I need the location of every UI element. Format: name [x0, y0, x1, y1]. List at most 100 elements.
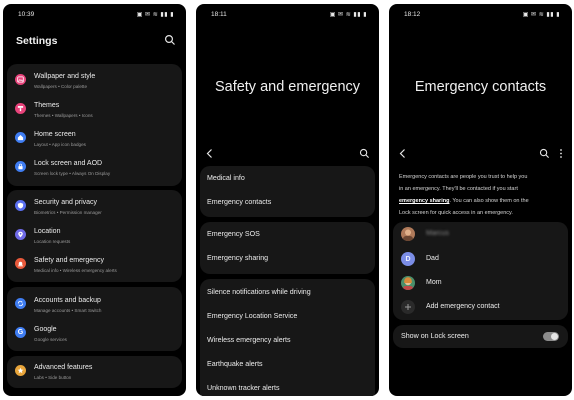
- page-title: Safety and emergency: [214, 79, 361, 95]
- settings-item-safety-emergency[interactable]: Safety and emergency Medical info • Wire…: [7, 251, 182, 280]
- search-icon[interactable]: [539, 148, 550, 159]
- contact-name: Dad: [426, 255, 439, 262]
- page-title: Settings: [16, 35, 58, 47]
- settings-item-subtitle: Screen lock type • Always On Display: [34, 170, 111, 176]
- settings-item-subtitle: Biometrics • Permission manager: [34, 209, 102, 215]
- contact-item[interactable]: D Dad: [401, 252, 560, 268]
- settings-item-title: Advanced features: [34, 364, 93, 371]
- menu-item-wireless-emergency-alerts[interactable]: Wireless emergency alerts: [207, 336, 291, 344]
- avatar: [401, 227, 415, 241]
- shield-icon: [15, 200, 26, 211]
- home-icon: [15, 132, 26, 143]
- avatar: [401, 276, 415, 290]
- back-arrow-icon[interactable]: [398, 148, 408, 159]
- siren-icon: [15, 258, 26, 269]
- settings-item-subtitle: Layout • App icon badges: [34, 141, 86, 147]
- settings-group-security: Security and privacy Biometrics • Permis…: [7, 190, 182, 282]
- emergency-contacts-screen: 18:12 ▣ ✉ ≋ ▮▮ ▮ Emergency contacts Emer…: [389, 4, 572, 396]
- settings-item-subtitle: Google services: [34, 336, 67, 342]
- settings-item-subtitle: Labs • Side button: [34, 374, 72, 380]
- settings-item-title: Wallpaper and style: [34, 73, 96, 80]
- settings-group-advanced: Advanced features Labs • Side button: [7, 356, 182, 388]
- settings-item-accounts-backup[interactable]: Accounts and backup Manage accounts • Sm…: [7, 291, 182, 320]
- emergency-contacts-description: Emergency contacts are people you trust …: [399, 171, 567, 219]
- settings-item-advanced-features[interactable]: Advanced features Labs • Side button: [7, 358, 182, 387]
- more-options-icon[interactable]: [558, 148, 564, 159]
- settings-item-subtitle: Manage accounts • Smart Switch: [34, 307, 102, 313]
- contact-item[interactable]: Marcus: [401, 227, 560, 243]
- settings-item-title: Location: [34, 228, 61, 235]
- add-emergency-contact-button[interactable]: Add emergency contact: [401, 300, 560, 316]
- settings-item-title: Google: [34, 326, 57, 333]
- page-title: Emergency contacts: [414, 79, 547, 95]
- settings-item-google[interactable]: G Google Google services: [7, 320, 182, 349]
- lock-screen-card: Show on Lock screen: [393, 325, 568, 348]
- settings-item-home-screen[interactable]: Home screen Layout • App icon badges: [7, 125, 182, 154]
- settings-item-title: Security and privacy: [34, 199, 98, 206]
- status-time: 18:11: [211, 11, 227, 18]
- settings-group-display: Wallpaper and style Wallpapers • Color p…: [7, 64, 182, 186]
- settings-item-title: Lock screen and AOD: [34, 160, 103, 167]
- add-icon: [401, 300, 415, 314]
- menu-item-earthquake-alerts[interactable]: Earthquake alerts: [207, 360, 263, 368]
- settings-group-accounts: Accounts and backup Manage accounts • Sm…: [7, 287, 182, 351]
- add-contact-label: Add emergency contact: [426, 303, 500, 310]
- settings-item-subtitle: Themes • Wallpapers • Icons: [34, 112, 93, 118]
- contact-name: Mom: [426, 279, 442, 286]
- settings-item-location[interactable]: Location Location requests: [7, 222, 182, 251]
- show-on-lock-screen-toggle[interactable]: [543, 332, 559, 341]
- safety-group-alerts: Silence notifications while driving Emer…: [200, 279, 375, 396]
- image-icon: [15, 74, 26, 85]
- status-icons: ▣ ✉ ≋ ▮▮ ▮: [329, 12, 367, 18]
- sync-icon: [15, 298, 26, 309]
- settings-item-subtitle: Location requests: [34, 238, 71, 244]
- description-text: . You can also show them on the: [449, 198, 529, 204]
- settings-item-subtitle: Medical info • Wireless emergency alerts: [34, 267, 117, 273]
- menu-item-emergency-sos[interactable]: Emergency SOS: [207, 230, 260, 238]
- settings-item-themes[interactable]: Themes Themes • Wallpapers • Icons: [7, 96, 182, 125]
- search-icon[interactable]: [164, 34, 176, 46]
- menu-item-medical-info[interactable]: Medical info: [207, 174, 245, 182]
- contacts-card: Marcus D Dad Mom Add emergency contact: [393, 222, 568, 320]
- back-arrow-icon[interactable]: [205, 148, 215, 159]
- status-icons: ▣ ✉ ≋ ▮▮ ▮: [136, 12, 174, 18]
- status-bar: 18:11 ▣ ✉ ≋ ▮▮ ▮: [211, 11, 367, 21]
- palette-icon: [15, 103, 26, 114]
- settings-item-subtitle: Wallpapers • Color palette: [34, 83, 88, 89]
- settings-item-title: Safety and emergency: [34, 257, 105, 264]
- menu-item-emergency-location-service[interactable]: Emergency Location Service: [207, 312, 297, 320]
- description-line: Lock screen for quick access in an emerg…: [399, 210, 513, 216]
- menu-item-emergency-sharing[interactable]: Emergency sharing: [207, 254, 268, 262]
- contact-name: Marcus: [426, 230, 449, 237]
- avatar: D: [401, 252, 415, 266]
- settings-item-security[interactable]: Security and privacy Biometrics • Permis…: [7, 193, 182, 222]
- menu-item-unknown-tracker-alerts[interactable]: Unknown tracker alerts: [207, 384, 280, 392]
- toggle-knob: [551, 333, 558, 340]
- menu-item-silence-driving[interactable]: Silence notifications while driving: [207, 288, 311, 296]
- safety-group-sos: Emergency SOS Emergency sharing: [200, 222, 375, 274]
- safety-emergency-screen: 18:11 ▣ ✉ ≋ ▮▮ ▮ Safety and emergency Me…: [196, 4, 379, 396]
- status-bar: 18:12 ▣ ✉ ≋ ▮▮ ▮: [404, 11, 560, 21]
- description-line: emergency sharing. You can also show the…: [399, 195, 567, 207]
- settings-item-title: Themes: [34, 102, 60, 109]
- star-icon: [15, 365, 26, 376]
- show-on-lock-screen-label: Show on Lock screen: [401, 332, 469, 340]
- nav-bar: [389, 147, 572, 161]
- menu-item-emergency-contacts[interactable]: Emergency contacts: [207, 198, 271, 206]
- status-bar: 10:39 ▣ ✉ ≋ ▮▮ ▮: [18, 11, 174, 21]
- location-icon: [15, 229, 26, 240]
- settings-screen: 10:39 ▣ ✉ ≋ ▮▮ ▮ Settings Wallpaper and …: [3, 4, 186, 396]
- google-icon: G: [15, 327, 26, 338]
- settings-item-wallpaper[interactable]: Wallpaper and style Wallpapers • Color p…: [7, 67, 182, 96]
- settings-item-title: Home screen: [34, 131, 76, 138]
- search-icon[interactable]: [359, 148, 370, 159]
- emergency-sharing-link[interactable]: emergency sharing: [399, 198, 449, 204]
- settings-item-lock-screen[interactable]: Lock screen and AOD Screen lock type • A…: [7, 154, 182, 183]
- safety-group-info: Medical info Emergency contacts: [200, 166, 375, 217]
- contact-item[interactable]: Mom: [401, 276, 560, 292]
- description-line: Emergency contacts are people you trust …: [399, 174, 528, 180]
- status-time: 10:39: [18, 11, 35, 18]
- settings-item-title: Accounts and backup: [34, 297, 101, 304]
- lock-screen-icon: [15, 161, 26, 172]
- status-icons: ▣ ✉ ≋ ▮▮ ▮: [522, 12, 560, 18]
